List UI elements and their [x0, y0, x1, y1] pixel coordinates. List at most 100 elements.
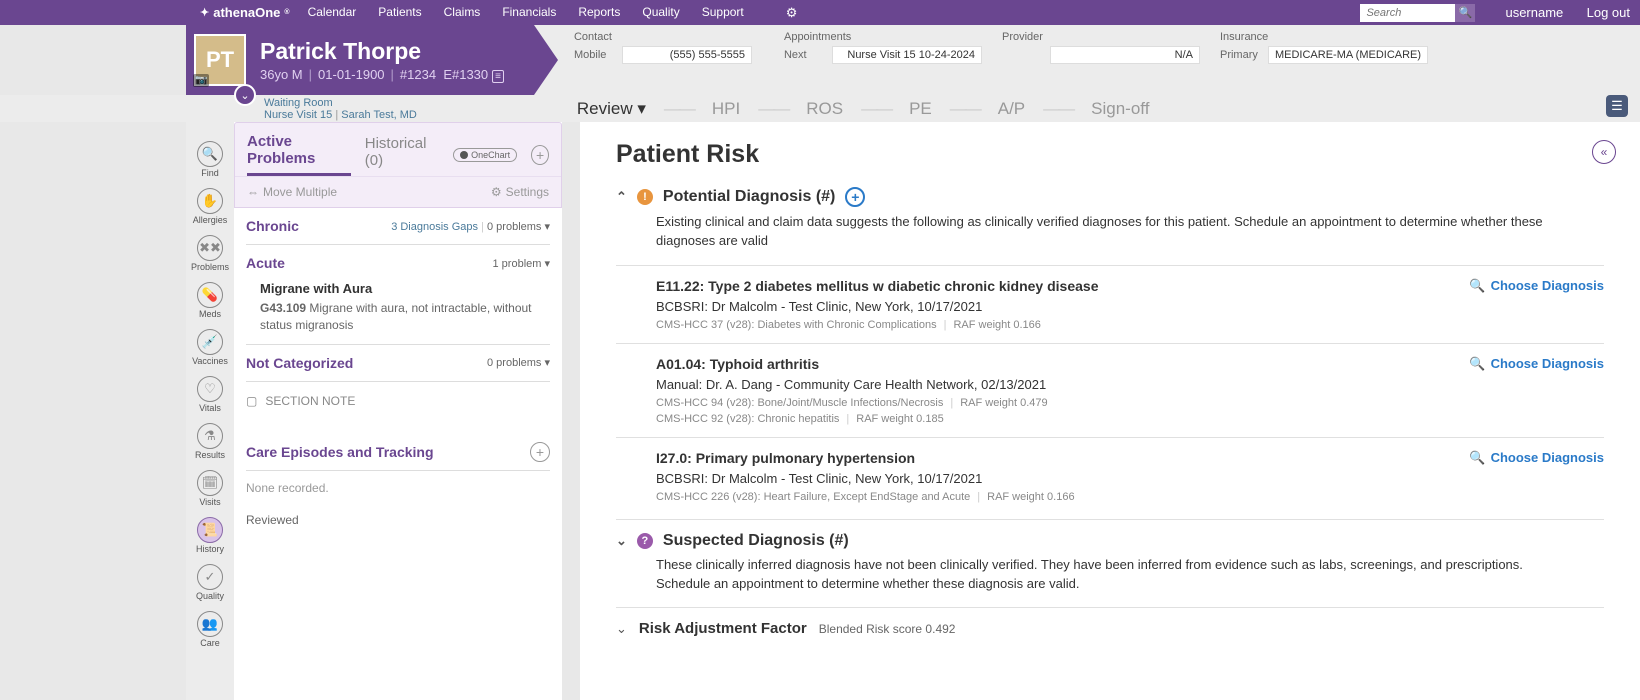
notcat-count[interactable]: 0 problems ▾: [487, 356, 550, 369]
tab-signoff[interactable]: Sign-off: [1091, 99, 1149, 119]
pill-icon: 💊: [197, 282, 223, 308]
heart-icon: ♡: [197, 376, 223, 402]
logout-link[interactable]: Log out: [1587, 5, 1630, 20]
move-multiple[interactable]: ⇔ Move Multiple: [247, 185, 337, 199]
nav-support[interactable]: Support: [702, 5, 744, 21]
search-input[interactable]: [1360, 4, 1455, 22]
rail-care[interactable]: 👥Care: [197, 608, 223, 651]
raf-score: Blended Risk score 0.492: [819, 622, 956, 636]
chevron-up-icon[interactable]: ⌃: [616, 189, 627, 205]
rail-history[interactable]: 📜History: [196, 514, 224, 557]
choose-diagnosis-button[interactable]: Choose Diagnosis: [1469, 278, 1604, 294]
rail-visits[interactable]: 🗓Visits: [197, 467, 223, 510]
expand-patient-icon[interactable]: ⌄: [234, 84, 256, 106]
top-navbar: athenaOne® Calendar Patients Claims Fina…: [0, 0, 1640, 25]
rail-vitals[interactable]: ♡Vitals: [197, 373, 223, 416]
gear-icon[interactable]: ⚙: [786, 5, 798, 21]
rail-problems[interactable]: ✖✖Problems: [191, 232, 229, 275]
nav-claims[interactable]: Claims: [444, 5, 481, 21]
provider-value: N/A: [1050, 46, 1200, 64]
dx-item: Choose Diagnosis A01.04: Typhoid arthrit…: [616, 343, 1604, 437]
warning-icon: !: [637, 189, 653, 205]
search-button[interactable]: 🔍: [1455, 4, 1475, 22]
nav-calendar[interactable]: Calendar: [308, 5, 357, 21]
syringe-icon: 💉: [197, 329, 223, 355]
collapse-panel-icon[interactable]: «: [1592, 140, 1616, 164]
rail-meds[interactable]: 💊Meds: [197, 279, 223, 322]
mobile-value: (555) 555-5555: [622, 46, 752, 64]
tab-historical[interactable]: Historical (0): [365, 135, 439, 175]
insurance-value: MEDICARE-MA (MEDICARE): [1268, 46, 1428, 64]
insurance-label: Insurance: [1220, 31, 1428, 43]
chronic-count[interactable]: 0 problems ▾: [487, 221, 550, 233]
provider-link[interactable]: Sarah Test, MD: [341, 109, 417, 121]
history-icon: 📜: [197, 517, 223, 543]
rail-results[interactable]: ⚗Results: [195, 420, 225, 463]
nav-links: Calendar Patients Claims Financials Repo…: [308, 5, 1361, 21]
choose-diagnosis-button[interactable]: Choose Diagnosis: [1469, 450, 1604, 466]
onechart-toggle[interactable]: OneChart: [453, 148, 517, 162]
flask-icon: ⚗: [197, 423, 223, 449]
choose-diagnosis-button[interactable]: Choose Diagnosis: [1469, 356, 1604, 372]
provider-label: Provider: [1002, 31, 1200, 43]
rail-vaccines[interactable]: 💉Vaccines: [192, 326, 228, 369]
tab-hpi[interactable]: HPI: [712, 99, 740, 119]
logo: athenaOne®: [200, 5, 290, 20]
note-icon: ▢: [246, 394, 257, 408]
tab-review[interactable]: Review ▾: [577, 99, 646, 119]
suspected-dx-desc: These clinically inferred diagnosis have…: [656, 556, 1604, 594]
contact-label: Contact: [574, 31, 764, 43]
acute-title: Acute: [246, 255, 285, 271]
left-rail: 🔍Find ✋Allergies ✖✖Problems 💊Meds 💉Vacci…: [186, 122, 234, 700]
chevron-down-icon[interactable]: ⌄: [616, 621, 627, 637]
not-categorized-title: Not Categorized: [246, 355, 353, 371]
check-icon: ✓: [197, 564, 223, 590]
nav-patients[interactable]: Patients: [378, 5, 421, 21]
problem-name: Migrane with Aura: [260, 281, 550, 296]
care-episodes-title: Care Episodes and Tracking: [246, 444, 434, 460]
tab-pe[interactable]: PE: [909, 99, 932, 119]
find-icon: 🔍: [197, 141, 223, 167]
nav-quality[interactable]: Quality: [642, 5, 679, 21]
rail-find[interactable]: 🔍Find: [197, 138, 223, 181]
rail-allergies[interactable]: ✋Allergies: [193, 185, 228, 228]
dx-source: BCBSRI: Dr Malcolm - Test Clinic, New Yo…: [656, 299, 1604, 314]
add-problem-button[interactable]: +: [531, 145, 549, 165]
tab-active-problems[interactable]: Active Problems: [247, 133, 351, 176]
username-link[interactable]: username: [1505, 5, 1563, 20]
chevron-down-icon[interactable]: ⌄: [616, 533, 627, 549]
chronic-title: Chronic: [246, 218, 299, 234]
tab-ros[interactable]: ROS: [806, 99, 843, 119]
question-icon: ?: [637, 533, 653, 549]
reviewed-label: Reviewed: [246, 505, 550, 535]
acute-count[interactable]: 1 problem ▾: [493, 257, 551, 270]
next-appt-value: Nurse Visit 15 10-24-2024: [832, 46, 982, 64]
nav-reports[interactable]: Reports: [578, 5, 620, 21]
people-icon: 👥: [197, 611, 223, 637]
tab-ap[interactable]: A/P: [998, 99, 1025, 119]
section-note-button[interactable]: ▢SECTION NOTE: [246, 382, 550, 420]
diagnosis-gaps-link[interactable]: 3 Diagnosis Gaps: [391, 221, 478, 233]
note-icon[interactable]: ≡: [492, 70, 504, 83]
dx-source: BCBSRI: Dr Malcolm - Test Clinic, New Yo…: [656, 471, 1604, 486]
calendar-icon: 🗓: [197, 470, 223, 496]
hamburger-icon[interactable]: ☰: [1606, 95, 1628, 117]
settings-button[interactable]: ⚙ Settings: [491, 185, 549, 199]
raf-title: Risk Adjustment Factor: [639, 620, 807, 637]
add-care-episode-button[interactable]: +: [530, 442, 550, 462]
visit-link[interactable]: Nurse Visit 15: [264, 109, 332, 121]
dx-item: Choose Diagnosis E11.22: Type 2 diabetes…: [616, 265, 1604, 343]
nav-financials[interactable]: Financials: [502, 5, 556, 21]
risk-panel: Patient Risk « ⌃ ! Potential Diagnosis (…: [580, 122, 1640, 700]
add-potential-dx-button[interactable]: +: [845, 187, 865, 207]
context-row: ⌄ Waiting Room Nurse Visit 15 | Sarah Te…: [0, 95, 1640, 122]
avatar[interactable]: PT: [194, 34, 246, 86]
risk-title: Patient Risk: [616, 140, 1604, 169]
waiting-room-link[interactable]: Waiting Room: [264, 97, 417, 109]
rail-quality[interactable]: ✓Quality: [196, 561, 224, 604]
dx-source: Manual: Dr. A. Dang - Community Care Hea…: [656, 377, 1604, 392]
search-box: 🔍: [1360, 4, 1475, 22]
suspected-dx-title: Suspected Diagnosis (#): [663, 532, 849, 550]
problem-item[interactable]: Migrane with Aura G43.109 Migrane with a…: [246, 271, 550, 334]
problems-panel: Active Problems Historical (0) OneChart …: [234, 122, 562, 700]
